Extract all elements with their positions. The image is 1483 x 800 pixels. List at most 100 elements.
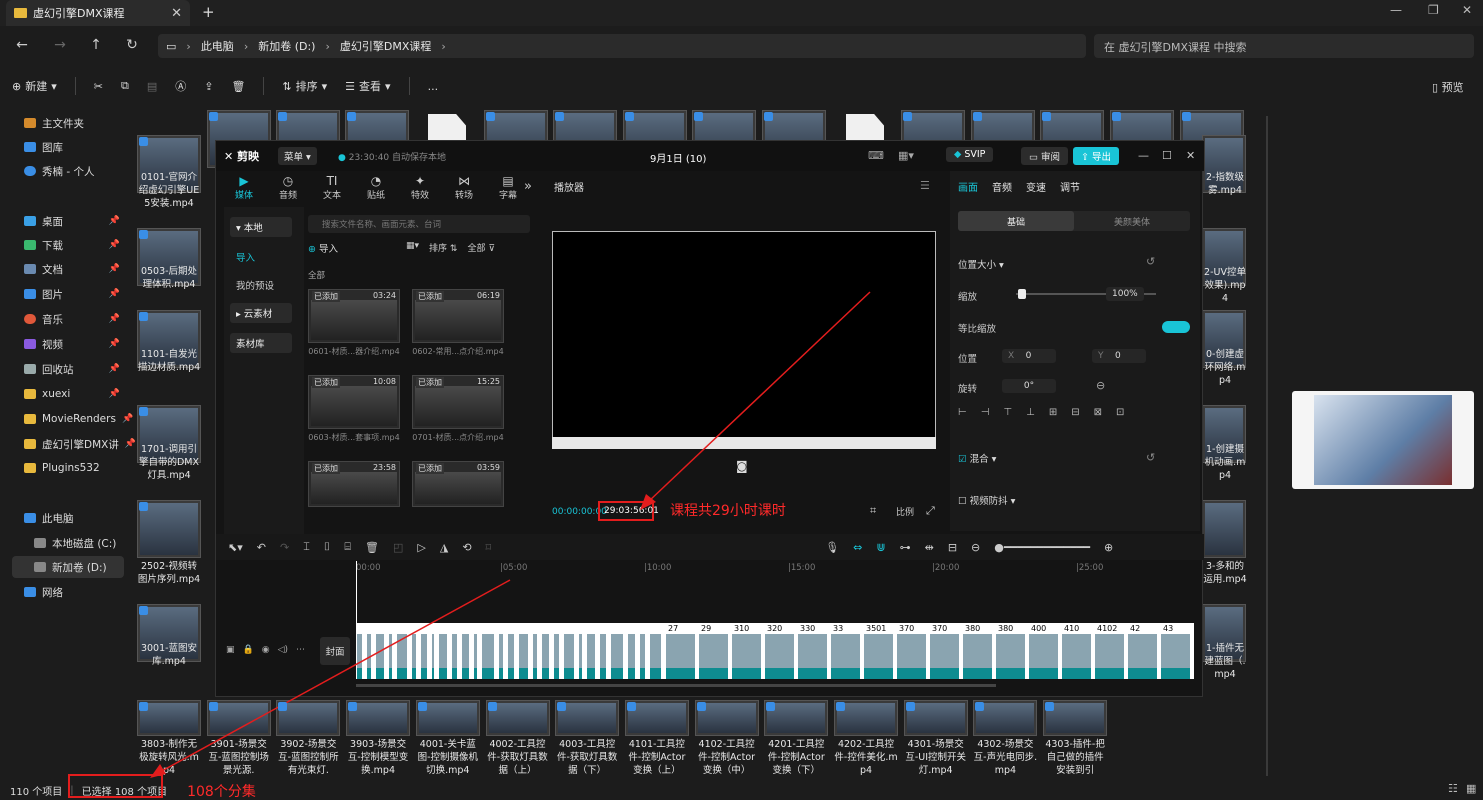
media-clip[interactable]: 已添加 03:24 bbox=[308, 289, 400, 343]
checkbox-icon[interactable] bbox=[1112, 112, 1121, 121]
tiles-view-icon[interactable]: ▦ bbox=[1466, 782, 1476, 795]
timeline-clip[interactable]: 33 bbox=[831, 623, 862, 679]
tab-media[interactable]: ▶ 媒体 bbox=[222, 173, 266, 202]
chain-icon[interactable]: ⊶ bbox=[900, 541, 911, 554]
sort-button[interactable]: 排序 ⇅ bbox=[429, 241, 457, 254]
checkbox-icon[interactable]: ☐ bbox=[958, 496, 967, 507]
new-button[interactable]: ⊕ 新建 ▾ bbox=[12, 78, 57, 94]
file-thumbnail[interactable] bbox=[624, 700, 689, 736]
media-search-input[interactable]: 搜索文件名称、画面元素、台词 bbox=[308, 215, 530, 233]
export-button[interactable]: ⇪ 导出 bbox=[1073, 147, 1119, 165]
tab-prop-audio[interactable]: 音频 bbox=[992, 179, 1012, 194]
file-thumbnail[interactable] bbox=[694, 700, 759, 736]
timeline-clip[interactable] bbox=[421, 623, 429, 679]
checkbox-icon[interactable] bbox=[696, 702, 706, 711]
play-icon[interactable]: ▷ bbox=[417, 541, 425, 554]
media-clip[interactable]: 已添加 03:59 bbox=[412, 461, 504, 507]
scale-input[interactable]: 100% bbox=[1106, 287, 1144, 301]
timeline-clip[interactable]: 27 bbox=[666, 623, 697, 679]
checkbox-icon[interactable] bbox=[1182, 112, 1191, 121]
tab-speed[interactable]: 变速 bbox=[1026, 179, 1046, 194]
grid-view-icon[interactable]: ▦▾ bbox=[406, 241, 419, 254]
redo-icon[interactable]: ↷ bbox=[280, 541, 289, 554]
track-cover-icon[interactable]: ▣ bbox=[226, 645, 235, 655]
checkbox-icon[interactable] bbox=[626, 702, 636, 711]
checkbox-icon[interactable] bbox=[139, 137, 148, 146]
tab-picture[interactable]: 画面 bbox=[958, 179, 978, 194]
cover-button[interactable]: 封面 bbox=[320, 637, 350, 665]
scale-slider-knob[interactable] bbox=[1018, 289, 1026, 299]
sidebar-item-music[interactable]: 音乐 📌 bbox=[12, 308, 124, 330]
tab-audio[interactable]: ◷ 音频 bbox=[266, 173, 310, 202]
playhead[interactable] bbox=[356, 561, 357, 679]
reset-icon[interactable]: ↺ bbox=[1146, 451, 1155, 464]
paste-icon[interactable]: ▤ bbox=[147, 80, 157, 93]
checkbox-icon[interactable] bbox=[139, 606, 148, 615]
timeline-clip[interactable] bbox=[533, 623, 539, 679]
media-clip[interactable]: 已添加 10:08 bbox=[308, 375, 400, 429]
media-clip[interactable]: 已添加 23:58 bbox=[308, 461, 400, 507]
rename-icon[interactable]: Ⓐ bbox=[175, 78, 186, 94]
checkbox-icon[interactable] bbox=[417, 702, 427, 711]
timeline-clip[interactable]: 330 bbox=[798, 623, 829, 679]
minimize-icon[interactable]: — bbox=[1390, 3, 1402, 17]
import-button[interactable]: ⊕ 导入 bbox=[308, 241, 338, 255]
file-thumbnail[interactable] bbox=[1202, 500, 1246, 558]
tab-effects[interactable]: ✦ 特效 bbox=[398, 173, 442, 202]
checkbox-icon[interactable]: ☑ bbox=[958, 454, 967, 465]
source-cloud[interactable]: ▸ 云素材 bbox=[230, 303, 292, 323]
sidebar-item-drive-c[interactable]: 本地磁盘 (C:) bbox=[12, 532, 124, 554]
sidebar-item-onedrive[interactable]: 秀楠 - 个人 bbox=[12, 160, 124, 182]
timeline-clip[interactable]: 400 bbox=[1029, 623, 1060, 679]
source-local[interactable]: ▾ 本地 bbox=[230, 217, 292, 237]
maximize-icon[interactable]: ❐ bbox=[1428, 3, 1439, 17]
timeline-clip[interactable] bbox=[650, 623, 663, 679]
media-clip[interactable]: 已添加 06:19 bbox=[412, 289, 504, 343]
sidebar-item-xuexi[interactable]: xuexi 📌 bbox=[12, 383, 124, 405]
timeline-clip[interactable] bbox=[432, 623, 436, 679]
timeline-clip[interactable]: 29 bbox=[699, 623, 730, 679]
file-thumbnail[interactable] bbox=[764, 700, 829, 736]
tab-current-folder[interactable]: 虚幻引擎DMX课程 ✕ bbox=[6, 0, 190, 26]
sidebar-item-videos[interactable]: 视频 📌 bbox=[12, 333, 124, 355]
rotate-dial-icon[interactable]: ⊖ bbox=[1096, 379, 1105, 392]
timeline-clip[interactable]: 370 bbox=[930, 623, 961, 679]
breadcrumb[interactable]: ▭ › 此电脑 › 新加卷 (D:) › 虚幻引擎DMX课程 › bbox=[158, 34, 1086, 58]
tab-transition[interactable]: ⋈ 转场 bbox=[442, 173, 486, 202]
split-right-icon[interactable]: ⌸ bbox=[344, 540, 351, 554]
undo-icon[interactable]: ↶ bbox=[257, 541, 266, 554]
file-thumbnail[interactable] bbox=[555, 700, 620, 736]
shortcut-icon[interactable]: ⌨ bbox=[868, 149, 884, 162]
tab-beauty[interactable]: 美颜美体 bbox=[1074, 211, 1190, 231]
checkbox-icon[interactable] bbox=[903, 112, 912, 121]
microphone-icon[interactable]: 🎙 bbox=[825, 541, 839, 554]
split-icon[interactable]: ⌶ bbox=[303, 540, 310, 554]
sidebar-item-desktop[interactable]: 桌面 📌 bbox=[12, 210, 124, 232]
timeline-clip[interactable] bbox=[482, 623, 496, 679]
sidebar-item-documents[interactable]: 文档 📌 bbox=[12, 258, 124, 280]
fullscreen-icon[interactable]: ⤢ bbox=[926, 504, 935, 518]
delete-icon[interactable]: 🗑 bbox=[231, 80, 245, 93]
tab-text[interactable]: TI 文本 bbox=[310, 173, 354, 202]
sidebar-item-home[interactable]: 主文件夹 bbox=[12, 112, 124, 134]
rotate-input[interactable]: 0° bbox=[1002, 379, 1056, 393]
timeline-clip[interactable] bbox=[367, 623, 373, 679]
checkbox-icon[interactable] bbox=[139, 702, 148, 711]
sidebar-item-network[interactable]: 网络 bbox=[12, 581, 124, 603]
timeline-clip[interactable] bbox=[611, 623, 625, 679]
checkbox-icon[interactable] bbox=[975, 702, 985, 711]
timeline-clip[interactable] bbox=[412, 623, 418, 679]
sidebar-item-dmx[interactable]: 虚幻引擎DMX讲 📌 bbox=[12, 433, 136, 455]
close-tab-icon[interactable]: ✕ bbox=[171, 6, 182, 21]
checkbox-icon[interactable] bbox=[139, 312, 148, 321]
review-button[interactable]: ▭ 审阅 bbox=[1021, 147, 1069, 165]
timeline-ruler[interactable]: 00:00 |05:00 |10:00 |15:00 |20:00 |25:00 bbox=[356, 561, 1202, 577]
plus-icon[interactable]: + bbox=[202, 3, 215, 21]
file-thumbnail[interactable] bbox=[276, 700, 341, 736]
video-track[interactable]: 27 29 310 320 330 33 3501 370 370 380 380 400 410 410… bbox=[356, 623, 1194, 679]
magnet-icon[interactable]: ⋓ bbox=[876, 541, 885, 554]
timeline-clip[interactable] bbox=[554, 623, 561, 679]
checkbox-icon[interactable] bbox=[208, 702, 218, 711]
freeze-icon[interactable]: ◰ bbox=[393, 541, 403, 554]
view-button[interactable]: ☰ 查看 ▾ bbox=[345, 78, 390, 94]
